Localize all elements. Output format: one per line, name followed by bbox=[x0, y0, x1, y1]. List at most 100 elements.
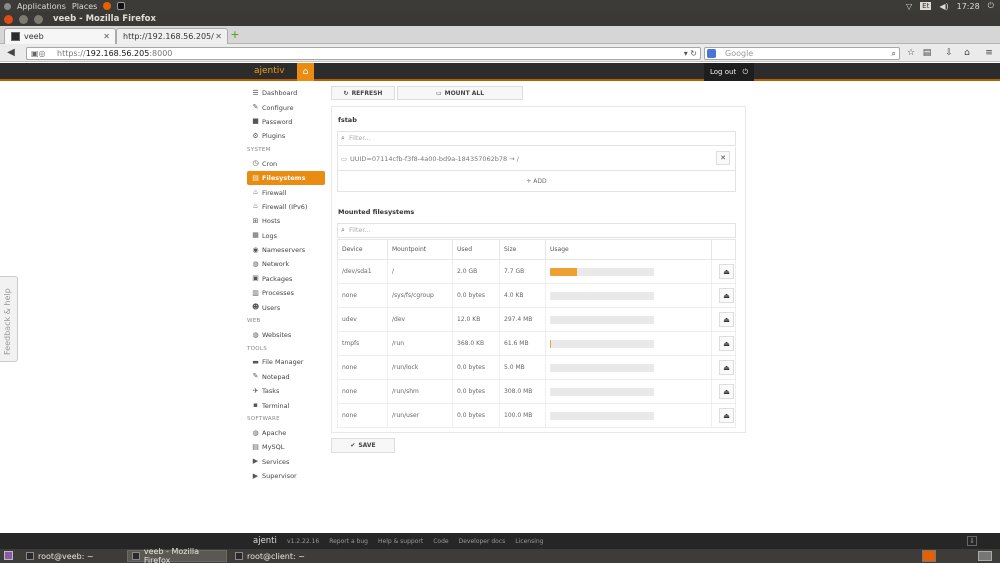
sidebar-item-password[interactable]: ■ Password bbox=[247, 115, 325, 129]
back-icon[interactable]: ◀ bbox=[5, 47, 17, 59]
sidebar-item-firewall-ipv6[interactable]: ♨ Firewall (IPv6) bbox=[247, 200, 325, 214]
downloads-icon[interactable]: ⇩ bbox=[943, 47, 955, 59]
add-entry-button[interactable]: + ADD bbox=[337, 171, 736, 192]
window-icon bbox=[132, 552, 140, 560]
unmount-button[interactable]: ⏏ bbox=[719, 408, 734, 423]
browser-tab-ip[interactable]: http://192.168.56.205/ ✕ bbox=[116, 28, 228, 44]
footer-link[interactable]: Code bbox=[433, 538, 448, 545]
unmount-button[interactable]: ⏏ bbox=[719, 312, 734, 327]
fstab-entry-row[interactable]: ▭ UUID=07114cfb-f3f8-4a00-bd9a-184357062… bbox=[337, 147, 736, 171]
cell-actions: ⏏ bbox=[711, 403, 736, 428]
mounted-filter-input[interactable]: ⌕ Filter... bbox=[337, 223, 736, 238]
sidebar-item-icon: ▦ bbox=[252, 231, 259, 240]
search-bar[interactable]: Google ⌕ bbox=[704, 47, 900, 60]
reload-icon[interactable]: ▾ ↻ bbox=[684, 48, 697, 59]
window-close-icon[interactable] bbox=[4, 14, 13, 24]
fstab-filter-input[interactable]: ⌕ Filter... bbox=[337, 131, 736, 146]
taskbar-item[interactable]: root@veeb: ~ bbox=[22, 550, 122, 562]
sidebar-item-apache[interactable]: ◍ Apache bbox=[247, 426, 325, 440]
feedback-tab[interactable]: Feedback & help bbox=[0, 276, 18, 362]
sidebar-item-network[interactable]: ◍ Network bbox=[247, 257, 325, 271]
save-button[interactable]: ✔ SAVE bbox=[331, 438, 395, 453]
browser-tab-veeb[interactable]: veeb ✕ bbox=[4, 28, 116, 44]
taskbar-item[interactable]: veeb - Mozilla Firefox bbox=[127, 547, 227, 563]
sidebar-item-nameservers[interactable]: ◉ Nameservers bbox=[247, 243, 325, 257]
terminal-launcher-icon[interactable] bbox=[117, 2, 126, 10]
search-icon[interactable]: ⌕ bbox=[892, 48, 896, 59]
os-menu-places[interactable]: Places bbox=[72, 2, 97, 11]
sidebar-item-hosts[interactable]: ⊞ Hosts bbox=[247, 214, 325, 228]
sidebar-item-dashboard[interactable]: ☰ Dashboard bbox=[247, 86, 325, 100]
bookmark-star-icon[interactable]: ☆ bbox=[905, 47, 917, 59]
sidebar-item-services[interactable]: ▶ Services bbox=[247, 455, 325, 469]
firefox-tray-icon[interactable] bbox=[922, 550, 936, 562]
sidebar-item-icon: ◷ bbox=[252, 159, 259, 168]
usage-bar bbox=[550, 291, 654, 300]
sidebar-item-logs[interactable]: ▦ Logs bbox=[247, 229, 325, 243]
sidebar-item-filesystems[interactable]: ▤ Filesystems bbox=[247, 170, 325, 186]
firefox-launcher-icon[interactable] bbox=[103, 2, 112, 10]
tab-close-icon[interactable]: ✕ bbox=[103, 32, 110, 41]
home-button[interactable]: ⌂ bbox=[297, 63, 314, 81]
power-icon[interactable]: ⏻ bbox=[988, 1, 994, 11]
sidebar-item-file-manager[interactable]: ▬ File Manager bbox=[247, 355, 325, 369]
sidebar-item-processes[interactable]: ▥ Processes bbox=[247, 286, 325, 300]
network-icon[interactable]: ▽ bbox=[906, 2, 912, 11]
footer-link[interactable]: Licensing bbox=[515, 538, 543, 545]
sidebar: ☰ Dashboard ✎ Configure ■ Password ⚙ Plugins SYS… bbox=[247, 86, 325, 483]
sidebar-item-cron[interactable]: ◷ Cron bbox=[247, 157, 325, 171]
unmount-button[interactable]: ⏏ bbox=[719, 384, 734, 399]
sidebar-item-mysql[interactable]: ▤ MySQL bbox=[247, 440, 325, 454]
tab-close-icon[interactable]: ✕ bbox=[215, 32, 222, 41]
logout-button[interactable]: Log out ⏻ bbox=[704, 63, 754, 81]
taskbar-item[interactable]: root@client: ~ bbox=[231, 550, 331, 562]
os-menu-applications[interactable]: Applications bbox=[17, 2, 66, 11]
cell-size: 7.7 GB bbox=[499, 259, 546, 284]
search-engine-icon[interactable] bbox=[707, 49, 716, 58]
mount-all-button[interactable]: ▭ MOUNT ALL bbox=[397, 86, 523, 100]
site-identity-icon[interactable]: ▣◎ bbox=[31, 48, 46, 59]
footer-link[interactable]: Developer docs bbox=[459, 538, 506, 545]
unmount-button[interactable]: ⏏ bbox=[719, 360, 734, 375]
keyboard-indicator[interactable]: Et bbox=[920, 2, 932, 10]
url-bar[interactable]: ▣◎ https://192.168.56.205:8000 ▾ ↻ bbox=[26, 47, 701, 60]
cell-usage bbox=[545, 307, 712, 332]
footer-link[interactable]: Help & support bbox=[378, 538, 423, 545]
new-tab-icon[interactable]: + bbox=[230, 29, 240, 40]
workspace-icon[interactable] bbox=[978, 551, 992, 561]
ubuntu-logo-icon[interactable] bbox=[4, 2, 11, 10]
cell-usage bbox=[545, 283, 712, 308]
sidebar-item-configure[interactable]: ✎ Configure bbox=[247, 100, 325, 114]
refresh-icon: ↻ bbox=[343, 89, 349, 97]
unmount-button[interactable]: ⏏ bbox=[719, 264, 734, 279]
sidebar-item-firewall[interactable]: ♨ Firewall bbox=[247, 185, 325, 199]
window-maximize-icon[interactable] bbox=[34, 14, 43, 24]
usage-bar bbox=[550, 363, 654, 372]
volume-icon[interactable]: ◀) bbox=[939, 2, 948, 11]
sidebar-item-tasks[interactable]: ✈ Tasks bbox=[247, 384, 325, 398]
sidebar-item-plugins[interactable]: ⚙ Plugins bbox=[247, 129, 325, 143]
remove-entry-button[interactable]: ✕ bbox=[716, 151, 730, 165]
refresh-button[interactable]: ↻ REFRESH bbox=[331, 86, 395, 100]
scroll-top-icon[interactable]: ⇓ bbox=[967, 536, 977, 546]
bookmarks-menu-icon[interactable]: ▤ bbox=[921, 47, 933, 59]
sidebar-item-users[interactable]: ☻ Users bbox=[247, 300, 325, 314]
menu-icon[interactable]: ≡ bbox=[983, 47, 995, 59]
usage-bar bbox=[550, 387, 654, 396]
clock[interactable]: 17:28 bbox=[957, 2, 980, 11]
home-icon[interactable]: ⌂ bbox=[961, 47, 973, 59]
sidebar-item-supervisor[interactable]: ▶ Supervisor bbox=[247, 469, 325, 483]
sidebar-item-notepad[interactable]: ✎ Notepad bbox=[247, 370, 325, 384]
unmount-button[interactable]: ⏏ bbox=[719, 288, 734, 303]
cell-device: none bbox=[337, 403, 388, 428]
cell-device: /dev/sda1 bbox=[337, 259, 388, 284]
footer-link[interactable]: Report a bug bbox=[329, 538, 368, 545]
cell-actions: ⏏ bbox=[711, 355, 736, 380]
show-desktop-icon[interactable] bbox=[4, 551, 13, 560]
sidebar-item-websites[interactable]: ◍ Websites bbox=[247, 328, 325, 342]
ajenti-logo[interactable]: ajentiv bbox=[254, 66, 285, 76]
unmount-button[interactable]: ⏏ bbox=[719, 336, 734, 351]
sidebar-item-terminal[interactable]: ▪ Terminal bbox=[247, 398, 325, 412]
window-minimize-icon[interactable] bbox=[19, 14, 28, 24]
sidebar-item-packages[interactable]: ▣ Packages bbox=[247, 272, 325, 286]
